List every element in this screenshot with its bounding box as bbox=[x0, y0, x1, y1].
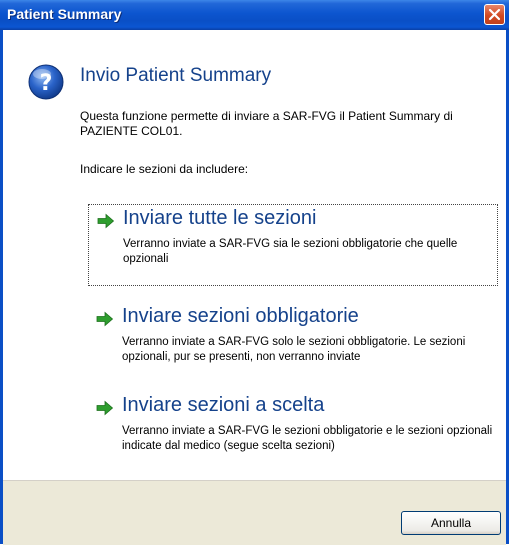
dialog-footer: Annulla bbox=[3, 480, 506, 545]
dialog-instruction: Indicare le sezioni da includere: bbox=[80, 162, 249, 176]
option-all-sections[interactable]: Inviare tutte le sezioni Verranno inviat… bbox=[88, 204, 498, 286]
option-description: Verranno inviate a SAR-FVG le sezioni ob… bbox=[122, 425, 493, 452]
close-icon bbox=[488, 8, 501, 21]
dialog-description: Questa funzione permette di inviare a SA… bbox=[80, 109, 453, 138]
close-button[interactable] bbox=[484, 4, 505, 25]
option-title: Inviare sezioni obbligatorie bbox=[122, 305, 359, 327]
green-arrow-icon bbox=[97, 213, 115, 229]
option-title: Inviare tutte le sezioni bbox=[123, 207, 317, 229]
green-arrow-icon bbox=[96, 400, 114, 416]
option-description: Verranno inviate a SAR-FVG sia le sezion… bbox=[123, 238, 458, 265]
green-arrow-icon bbox=[96, 311, 114, 327]
cancel-button[interactable]: Annulla bbox=[401, 511, 501, 535]
question-icon: ? bbox=[28, 64, 64, 100]
patient-summary-dialog: Patient Summary ? Invio Patient Summary … bbox=[0, 0, 509, 545]
option-selected-sections[interactable]: Inviare sezioni a scelta Verranno inviat… bbox=[88, 392, 498, 476]
window-title: Patient Summary bbox=[7, 6, 122, 22]
dialog-heading: Invio Patient Summary bbox=[80, 65, 272, 86]
title-bar[interactable]: Patient Summary bbox=[0, 0, 509, 30]
option-description: Verranno inviate a SAR-FVG solo le sezio… bbox=[122, 336, 466, 363]
option-mandatory-sections[interactable]: Inviare sezioni obbligatorie Verranno in… bbox=[88, 303, 498, 371]
svg-text:?: ? bbox=[40, 71, 53, 96]
option-title: Inviare sezioni a scelta bbox=[122, 394, 325, 416]
